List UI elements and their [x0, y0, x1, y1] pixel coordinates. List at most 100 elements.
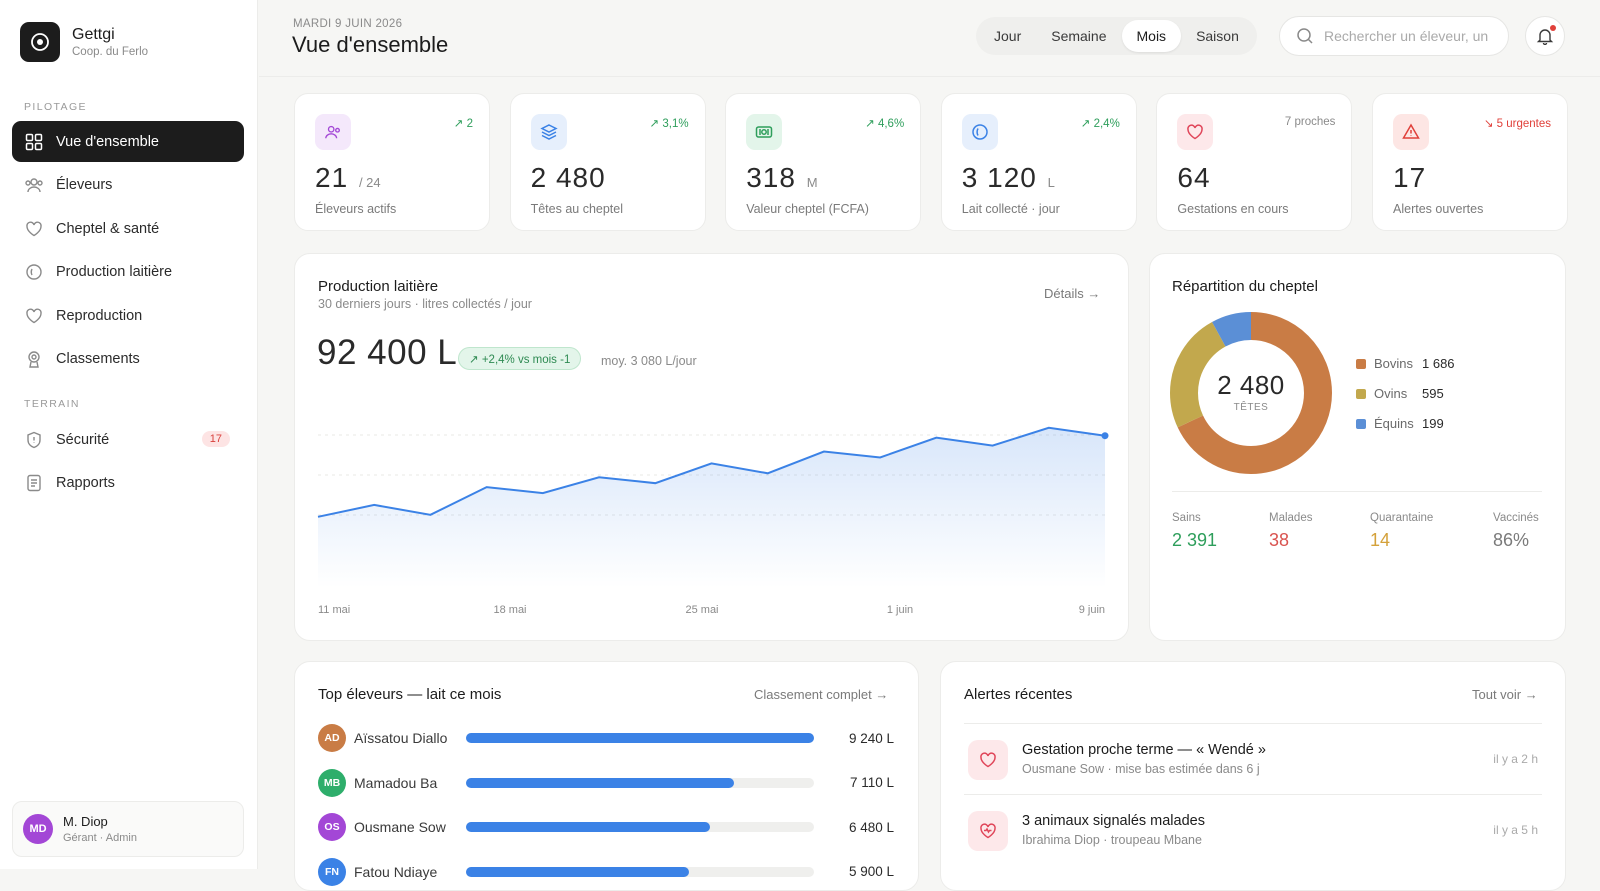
alert-title: Gestation proche terme — « Wendé » [1022, 742, 1266, 758]
sidebar-item-label: Classements [56, 351, 140, 367]
sidebar-item-label: Sécurité [56, 431, 110, 448]
sidebar-item-label: Vue d'ensemble [56, 133, 159, 150]
kpi-card[interactable]: ↗ 2 21 / 24 Éleveurs actifs [294, 93, 490, 231]
legend-swatch [1356, 358, 1366, 369]
search-icon [1297, 28, 1313, 44]
production-total: 92 400 L [317, 333, 458, 372]
legend-value: 1 686 [1422, 356, 1455, 371]
period-semaine[interactable]: Semaine [1036, 20, 1121, 52]
sidebar-item-classements[interactable]: Classements [12, 339, 244, 380]
x-tick-label: 1 juin [887, 604, 913, 616]
legend-name: Équins [1374, 416, 1414, 431]
layers-icon [530, 114, 567, 150]
alert-time: il y a 5 h [1493, 823, 1538, 837]
top-eleveurs-title: Top éleveurs — lait ce mois [318, 686, 502, 703]
kpi-delta: ↗ 2 [453, 118, 473, 130]
kpi-delta: ↗ 2,4% [1080, 118, 1120, 130]
legend-value: 595 [1422, 386, 1444, 401]
sidebar-item-securite[interactable]: Sécurité 17 [12, 419, 244, 460]
warning-icon [1393, 114, 1429, 150]
list-item[interactable]: OS Ousmane Sow 6 480 L [318, 812, 896, 842]
kpi-unit: / 24 [358, 175, 381, 190]
divider [1172, 491, 1542, 492]
alert-subtitle: Ousmane Sow · mise bas estimée dans 6 j [1022, 762, 1260, 776]
stat-label: Sains [1172, 512, 1201, 524]
kpi-card[interactable]: ↗ 2,4% 3 120 L Lait collecté · jour [940, 93, 1137, 231]
kpi-label: Alertes ouvertes [1393, 202, 1484, 216]
kpi-card[interactable]: 7 proches 64 Gestations en cours [1156, 93, 1353, 231]
eleveur-name: Ousmane Sow [354, 819, 446, 835]
kpi-card[interactable]: ↘ 5 urgentes 17 Alertes ouvertes [1372, 93, 1568, 231]
data-point [1101, 432, 1109, 440]
legend-name: Bovins [1374, 356, 1414, 371]
kpi-label: Éleveurs actifs [315, 202, 397, 216]
header: MARDI 9 JUIN 2026 Vue d'ensemble Jour Se… [259, 0, 1600, 77]
stat-vaccines: Vaccinés 86% [1493, 512, 1539, 551]
period-mois[interactable]: Mois [1121, 20, 1182, 52]
shield-icon [24, 430, 44, 450]
kpi-unit: M [806, 175, 818, 190]
drop-icon [24, 262, 44, 282]
alert-subtitle: Ibrahima Diop · troupeau Mbane [1022, 833, 1202, 847]
sidebar-item-rapports[interactable]: Rapports [12, 463, 244, 504]
production-title: Production laitière [318, 278, 439, 295]
alert-item[interactable]: 3 animaux signalés malades Ibrahima Diop… [964, 794, 1542, 864]
tout-voir-link[interactable]: Tout voir → [1472, 687, 1538, 702]
brand[interactable]: Gettgi Coop. du Ferlo [20, 22, 148, 62]
kpi-label: Têtes au cheptel [530, 202, 624, 216]
period-saison[interactable]: Saison [1181, 20, 1254, 52]
heart-pulse-icon [968, 811, 1008, 851]
details-link[interactable]: Détails → [1044, 286, 1100, 301]
stat-quarantaine: Quarantaine 14 [1370, 512, 1433, 551]
stat-malades: Malades 38 [1269, 512, 1312, 551]
kpi-card[interactable]: ↗ 4,6% 318 M Valeur cheptel (FCFA) [725, 93, 922, 231]
sidebar-item-eleveurs[interactable]: Éleveurs [12, 165, 244, 206]
avatar: FN [318, 857, 346, 886]
alert-item[interactable]: Gestation proche terme — « Wendé » Ousma… [964, 723, 1542, 793]
kpi-label: Valeur cheptel (FCFA) [746, 202, 869, 216]
legend-value: 199 [1422, 416, 1444, 431]
avatar: OS [318, 813, 346, 841]
notifications-button[interactable] [1525, 16, 1565, 56]
kpi-label: Gestations en cours [1177, 202, 1289, 216]
list-item[interactable]: MB Mamadou Ba 7 110 L [318, 768, 896, 798]
sidebar: Gettgi Coop. du Ferlo PILOTAGE Vue d'ens… [0, 0, 258, 869]
repartition-title: Répartition du cheptel [1172, 278, 1318, 295]
heart-icon [1177, 114, 1214, 150]
users-icon [315, 114, 351, 150]
kpi-card[interactable]: ↗ 3,1% 2 480 Têtes au cheptel [509, 93, 706, 231]
sidebar-item-cheptel-sante[interactable]: Cheptel & santé [12, 208, 244, 249]
search-input[interactable] [1324, 28, 1499, 44]
kpi-value: 64 [1177, 162, 1211, 193]
sidebar-item-vue-ensemble[interactable]: Vue d'ensemble [12, 121, 244, 162]
avatar: MB [318, 768, 346, 797]
user-profile[interactable]: MD M. Diop Gérant · Admin [12, 801, 244, 857]
sidebar-item-label: Cheptel & santé [56, 220, 160, 237]
list-item[interactable]: AD Aïssatou Diallo 9 240 L [318, 723, 896, 753]
production-subtitle: 30 derniers jours · litres collectés / j… [318, 297, 532, 311]
donut-center-value: 2 480 [1217, 370, 1285, 400]
alert-title: 3 animaux signalés malades [1022, 813, 1205, 829]
progress-fill [466, 866, 689, 877]
kpi-value: 17 [1393, 162, 1427, 193]
series-area [318, 427, 1105, 588]
stat-value: 86% [1493, 530, 1530, 550]
eleveur-name: Aïssatou Diallo [354, 730, 448, 746]
sidebar-item-reproduction[interactable]: Reproduction [12, 295, 244, 336]
stat-value: 2 391 [1172, 530, 1218, 550]
sidebar-item-production[interactable]: Production laitière [12, 252, 244, 293]
classement-complet-link[interactable]: Classement complet → [754, 687, 888, 702]
production-average: moy. 3 080 L/jour [601, 354, 697, 368]
sidebar-item-label: Reproduction [56, 307, 143, 324]
list-item[interactable]: FN Fatou Ndiaye 5 900 L [318, 857, 896, 887]
legend-swatch [1356, 388, 1366, 399]
kpi-unit: L [1047, 175, 1055, 190]
grid-icon [24, 132, 44, 152]
legend-equins: Équins 199 [1356, 416, 1444, 431]
header-date: MARDI 9 JUIN 2026 [293, 18, 403, 30]
kpi-delta: 7 proches [1284, 116, 1336, 128]
search-box [1279, 16, 1509, 56]
progress-track [466, 777, 814, 788]
period-jour[interactable]: Jour [979, 20, 1036, 52]
sidebar-item-label: Éleveurs [56, 177, 113, 193]
